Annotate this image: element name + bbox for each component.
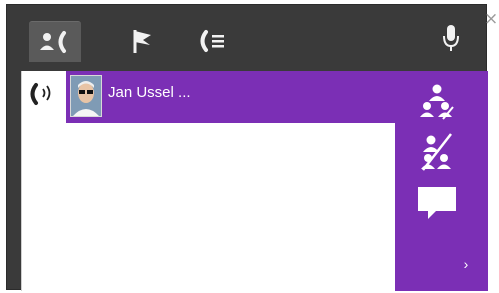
more-actions-arrow[interactable]: ›: [458, 256, 474, 272]
contact-name: Jan Ussel ...: [108, 84, 191, 101]
microphone-icon: [442, 23, 460, 58]
close-icon[interactable]: ×: [484, 11, 499, 28]
flag-icon: [130, 27, 156, 55]
call-window-frame: Jan Ussel ... › ×: [0, 0, 499, 293]
call-window: Jan Ussel ... ›: [6, 4, 488, 291]
tab-contacts[interactable]: [29, 21, 81, 62]
avatar: [70, 75, 102, 117]
tab-call-list[interactable]: [187, 21, 239, 61]
remove-conference-icon: [417, 130, 457, 177]
chat-button[interactable]: [415, 183, 459, 227]
remove-participant-button[interactable]: [415, 131, 459, 175]
microphone-button[interactable]: [437, 23, 465, 57]
tab-flag[interactable]: [117, 21, 169, 61]
call-content: Jan Ussel ... ›: [21, 71, 488, 291]
person-phone-icon: [38, 29, 72, 55]
add-conference-icon: [417, 81, 457, 126]
ringing-phone-icon: [26, 79, 58, 109]
action-panel: ›: [395, 71, 488, 291]
contact-entry[interactable]: Jan Ussel ...: [66, 71, 395, 123]
toolbar: [7, 5, 486, 67]
call-list-icon: [196, 28, 230, 54]
call-row: Jan Ussel ...: [22, 71, 395, 123]
chat-bubble-icon: [416, 185, 458, 226]
add-participant-button[interactable]: [415, 81, 459, 125]
